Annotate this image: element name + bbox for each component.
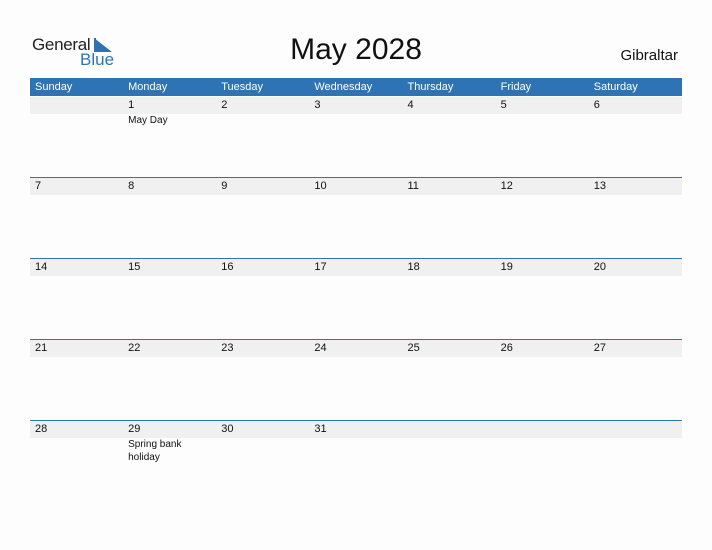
day-number: 23 [221,342,234,354]
day-number [594,421,682,438]
day-cell[interactable]: 16 [216,259,309,340]
day-cell[interactable] [30,97,123,178]
day-cell[interactable]: 26 [496,340,589,421]
day-cell[interactable] [403,421,496,502]
day-cell[interactable]: 28 [30,421,123,502]
day-number: 1 [128,99,135,111]
day-number: 5 [500,99,507,111]
calendar-title: May 2028 [290,33,422,66]
day-cell[interactable]: 25 [403,340,496,421]
day-cell[interactable]: 7 [30,178,123,259]
day-cell[interactable]: 20 [589,259,682,340]
day-cell[interactable]: 14 [30,259,123,340]
holiday-label: May Day [128,115,168,126]
day-cell[interactable]: 8 [123,178,216,259]
day-number: 14 [35,261,48,273]
day-cell[interactable]: 21 [30,340,123,421]
week-row: 21 22 23 24 25 26 27 [30,339,682,421]
day-number: 24 [314,342,327,354]
day-number: 7 [35,180,42,192]
day-cell[interactable]: 2 [216,97,309,178]
weekday-tuesday: Tuesday [221,81,264,93]
day-number: 28 [35,423,48,435]
day-cell[interactable]: 27 [589,340,682,421]
day-cell[interactable]: 24 [309,340,402,421]
week-row: 1 May Day 2 3 4 5 6 [30,97,682,178]
day-cell[interactable]: 17 [309,259,402,340]
day-cell[interactable]: 31 [309,421,402,502]
day-number [408,421,496,438]
day-number: 30 [221,423,234,435]
day-number: 25 [407,342,420,354]
day-number: 13 [593,180,606,192]
day-number: 20 [593,261,606,273]
day-cell[interactable]: 10 [309,178,402,259]
country-label: Gibraltar [620,47,678,64]
weekday-thursday: Thursday [407,81,454,93]
day-number: 19 [500,261,513,273]
weekday-sunday: Sunday [35,81,73,93]
week-row: 14 15 16 17 18 19 20 [30,258,682,340]
weekday-monday: Monday [128,81,168,93]
day-number: 21 [35,342,48,354]
day-number: 11 [407,180,419,192]
day-number: 15 [128,261,141,273]
day-number: 26 [500,342,513,354]
day-number: 10 [314,180,327,192]
day-cell[interactable]: 9 [216,178,309,259]
day-cell[interactable] [496,421,589,502]
day-cell[interactable]: 23 [216,340,309,421]
day-number: 9 [221,180,228,192]
day-cell[interactable]: 22 [123,340,216,421]
day-number: 27 [593,342,606,354]
day-cell[interactable]: 18 [403,259,496,340]
day-cell[interactable]: 30 [216,421,309,502]
day-cell[interactable]: 6 [589,97,682,178]
weekday-friday: Friday [500,81,532,93]
day-number [501,421,589,438]
day-cell[interactable]: 5 [496,97,589,178]
day-number: 8 [128,180,135,192]
day-number: 2 [221,99,228,111]
day-number: 31 [314,423,327,435]
day-number: 12 [500,180,513,192]
day-number: 29 [128,423,141,435]
day-cell[interactable]: 11 [403,178,496,259]
day-cell[interactable]: 1 May Day [123,97,216,178]
day-cell[interactable]: 12 [496,178,589,259]
day-cell[interactable]: 4 [403,97,496,178]
day-cell[interactable] [589,421,682,502]
weekday-header: Sunday Monday Tuesday Wednesday Thursday… [30,78,682,96]
day-number: 18 [407,261,420,273]
day-number: 17 [314,261,327,273]
day-number: 4 [407,99,414,111]
weekday-wednesday: Wednesday [314,81,373,93]
holiday-label: Spring bank holiday [128,439,182,463]
day-cell[interactable]: 13 [589,178,682,259]
day-number: 6 [593,99,600,111]
week-row: 28 29 Spring bank holiday 30 31 [30,420,682,502]
day-cell[interactable]: 15 [123,259,216,340]
day-number [35,97,123,114]
day-number: 16 [221,261,234,273]
day-cell[interactable]: 3 [309,97,402,178]
day-number: 22 [128,342,141,354]
day-cell[interactable]: 19 [496,259,589,340]
weekday-saturday: Saturday [593,81,638,93]
day-number: 3 [314,99,321,111]
day-cell[interactable]: 29 Spring bank holiday [123,421,216,502]
week-row: 7 8 9 10 11 12 13 [30,177,682,259]
